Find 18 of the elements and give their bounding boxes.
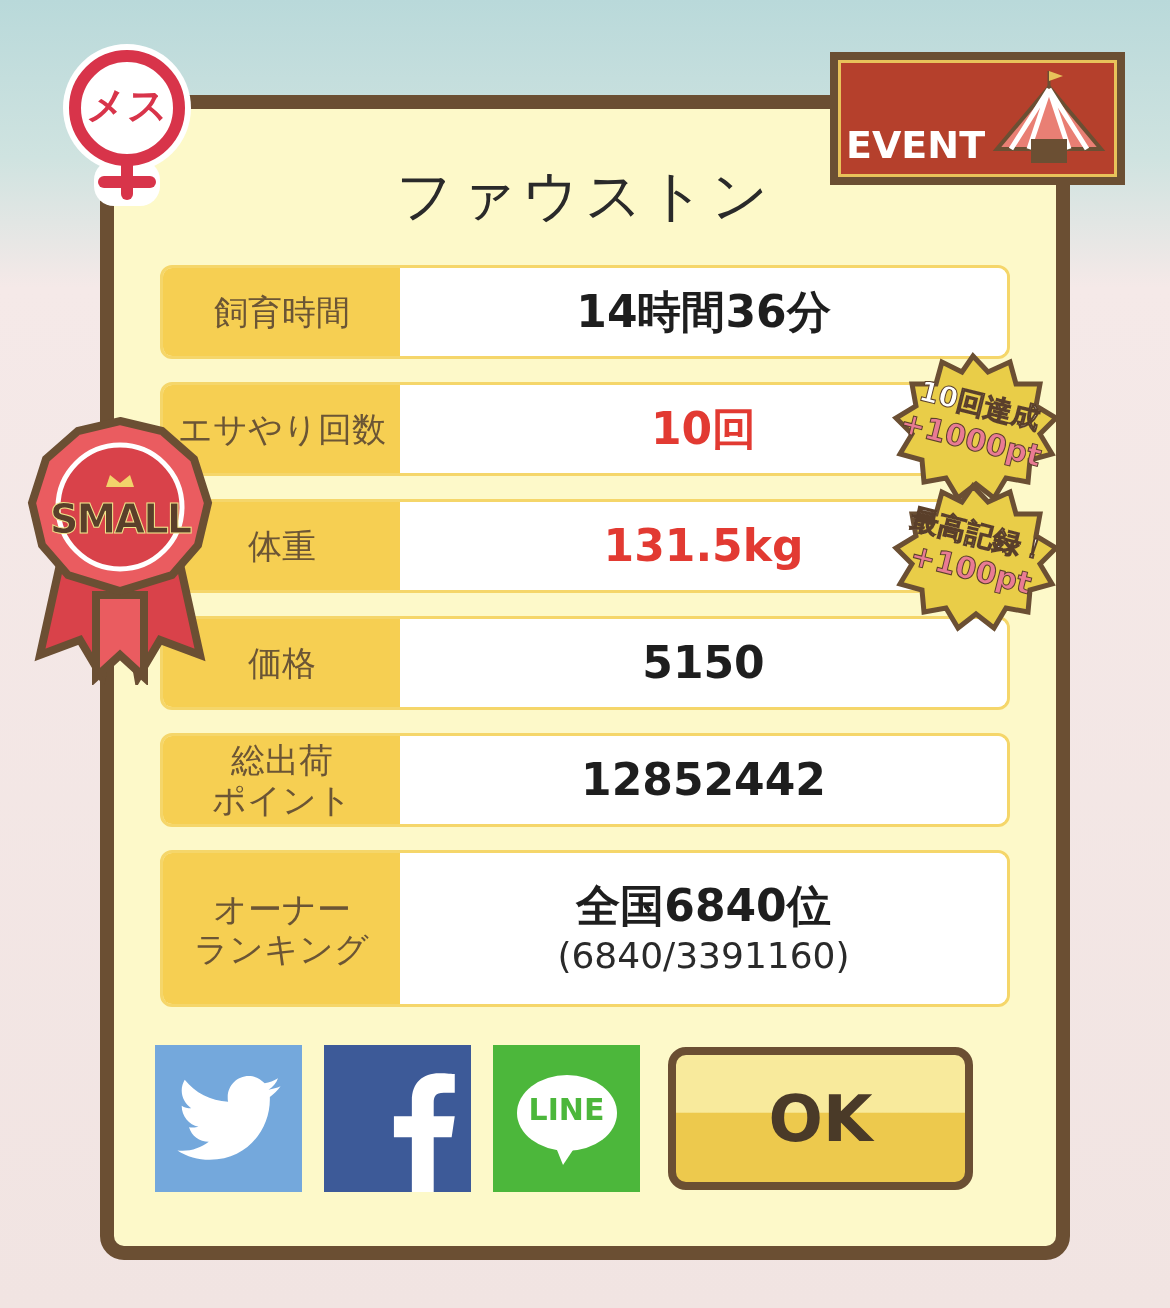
- stat-detail: (6840/3391160): [557, 933, 850, 978]
- stat-value: 131.5kg: [603, 519, 804, 573]
- stat-value: 10回: [650, 402, 757, 456]
- ok-button[interactable]: OK: [668, 1047, 973, 1190]
- stat-value: 14時間36分: [576, 285, 831, 339]
- stat-label: 価格: [163, 619, 400, 707]
- stat-value: 5150: [642, 636, 765, 690]
- gender-label: メス: [85, 81, 169, 130]
- stat-label: 飼育時間: [163, 268, 400, 356]
- facebook-share-button[interactable]: [324, 1045, 471, 1192]
- stat-label: 総出荷 ポイント: [163, 736, 400, 824]
- event-label: EVENT: [846, 123, 986, 167]
- stat-label: オーナー ランキング: [163, 853, 400, 1004]
- stat-value: 全国6840位: [576, 878, 831, 933]
- bird-icon: [176, 1075, 281, 1162]
- pet-name-title: ファウストン: [395, 162, 775, 230]
- stat-label: エサやり回数: [163, 385, 400, 473]
- stat-value: 12852442: [581, 753, 826, 807]
